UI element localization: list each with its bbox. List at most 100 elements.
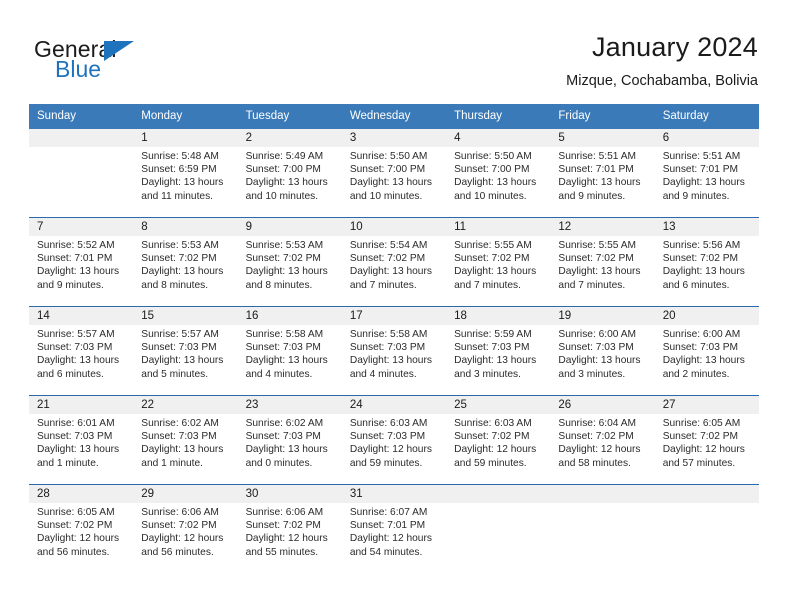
day-detail-sunset: Sunset: 7:02 PM	[141, 520, 217, 532]
day-detail-sunset: Sunset: 7:00 PM	[245, 164, 321, 176]
day-number: 25	[446, 396, 551, 414]
day-cell-content: 4 Sunrise: 5:50 AM Sunset: 7:00 PM Daylight…	[446, 129, 551, 217]
day-detail-sunset: Sunset: 7:02 PM	[558, 253, 634, 265]
day-detail-daylight-line1: Daylight: 13 hours	[662, 177, 745, 189]
day-number: 11	[446, 218, 551, 236]
calendar-day-cell[interactable]: 17 Sunrise: 5:58 AM Sunset: 7:03 PM Dayligh…	[341, 306, 447, 396]
calendar-day-cell[interactable]: 5 Sunrise: 5:51 AM Sunset: 7:01 PM Daylight…	[550, 129, 655, 218]
day-cell-content: 29 Sunrise: 6:06 AM Sunset: 7:02 PM Dayligh…	[133, 485, 238, 573]
day-detail-sunrise: Sunrise: 6:00 AM	[662, 329, 741, 340]
day-detail-sunrise: Sunrise: 6:05 AM	[37, 507, 115, 518]
calendar-day-cell[interactable]: 7 Sunrise: 5:52 AM Sunset: 7:01 PM Daylight…	[29, 217, 134, 307]
calendar-day-cell[interactable]: 9 Sunrise: 5:53 AM Sunset: 7:02 PM Daylight…	[237, 217, 342, 307]
day-detail-sunset: Sunset: 7:03 PM	[141, 431, 217, 443]
day-number	[550, 485, 655, 503]
calendar-week-row: 7 Sunrise: 5:52 AM Sunset: 7:01 PM Daylight…	[29, 217, 759, 307]
calendar-day-cell[interactable]: 18 Sunrise: 5:59 AM Sunset: 7:03 PM Dayligh…	[446, 306, 551, 396]
day-number	[654, 485, 759, 503]
calendar-day-cell[interactable]: 25 Sunrise: 6:03 AM Sunset: 7:02 PM Dayligh…	[446, 395, 551, 485]
calendar-day-cell[interactable]: 13 Sunrise: 5:56 AM Sunset: 7:02 PM Dayligh…	[654, 217, 759, 307]
calendar-day-cell[interactable]: 26 Sunrise: 6:04 AM Sunset: 7:02 PM Dayligh…	[550, 395, 655, 485]
calendar-day-cell[interactable]: 2 Sunrise: 5:49 AM Sunset: 7:00 PM Daylight…	[237, 129, 342, 218]
day-cell-content: 9 Sunrise: 5:53 AM Sunset: 7:02 PM Daylight…	[237, 218, 342, 306]
brand-logo[interactable]: General Blue	[34, 38, 204, 90]
calendar-day-cell[interactable]: 15 Sunrise: 5:57 AM Sunset: 7:03 PM Dayligh…	[133, 306, 238, 396]
day-detail-sunset: Sunset: 6:59 PM	[141, 164, 217, 176]
day-cell-content: 21 Sunrise: 6:01 AM Sunset: 7:03 PM Dayligh…	[29, 396, 134, 484]
day-detail-sunset: Sunset: 7:03 PM	[141, 342, 217, 354]
day-detail-sunrise: Sunrise: 6:00 AM	[558, 329, 636, 340]
calendar-day-cell[interactable]: 23 Sunrise: 6:02 AM Sunset: 7:03 PM Dayligh…	[237, 395, 342, 485]
day-detail-sunrise: Sunrise: 5:52 AM	[37, 240, 115, 251]
calendar-day-cell-empty	[29, 129, 134, 218]
day-cell-content: 26 Sunrise: 6:04 AM Sunset: 7:02 PM Dayligh…	[550, 396, 655, 484]
day-detail-sunset: Sunset: 7:02 PM	[141, 253, 217, 265]
day-cell-content	[29, 129, 134, 217]
day-cell-content: 3 Sunrise: 5:50 AM Sunset: 7:00 PM Daylight…	[341, 129, 447, 217]
day-detail-daylight-line1: Daylight: 12 hours	[349, 444, 432, 456]
day-number: 4	[446, 129, 551, 147]
day-detail-sunset: Sunset: 7:01 PM	[349, 520, 426, 532]
day-detail-daylight-line1: Daylight: 12 hours	[454, 444, 537, 456]
day-cell-content: 30 Sunrise: 6:06 AM Sunset: 7:02 PM Dayligh…	[237, 485, 342, 573]
day-detail-sunrise: Sunrise: 5:54 AM	[349, 240, 428, 251]
day-details: Sunrise: 6:07 AM Sunset: 7:01 PM Daylight:…	[342, 503, 446, 559]
calendar-day-cell[interactable]: 20 Sunrise: 6:00 AM Sunset: 7:03 PM Dayligh…	[654, 306, 759, 396]
day-number: 6	[654, 129, 759, 147]
day-details: Sunrise: 5:51 AM Sunset: 7:01 PM Daylight:…	[655, 147, 759, 203]
day-detail-daylight-line2: and 56 minutes.	[141, 546, 214, 558]
calendar-day-cell[interactable]: 14 Sunrise: 5:57 AM Sunset: 7:03 PM Dayligh…	[29, 306, 134, 396]
day-number	[29, 129, 134, 147]
day-detail-sunrise: Sunrise: 5:53 AM	[245, 240, 324, 251]
calendar-day-cell[interactable]: 8 Sunrise: 5:53 AM Sunset: 7:02 PM Daylight…	[133, 217, 238, 307]
weekday-header-thursday: Thursday	[446, 104, 551, 129]
day-detail-daylight-line1: Daylight: 13 hours	[558, 355, 641, 367]
day-detail-sunset: Sunset: 7:03 PM	[37, 431, 113, 443]
day-number: 31	[341, 485, 447, 503]
day-number: 20	[654, 307, 759, 325]
day-number	[446, 485, 551, 503]
calendar-day-cell[interactable]: 28 Sunrise: 6:05 AM Sunset: 7:02 PM Dayligh…	[29, 484, 134, 573]
day-detail-sunset: Sunset: 7:02 PM	[37, 520, 113, 532]
day-detail-sunrise: Sunrise: 5:56 AM	[662, 240, 741, 251]
calendar-day-cell[interactable]: 19 Sunrise: 6:00 AM Sunset: 7:03 PM Dayligh…	[550, 306, 655, 396]
calendar-day-cell[interactable]: 1 Sunrise: 5:48 AM Sunset: 6:59 PM Daylight…	[133, 129, 238, 218]
calendar-day-cell[interactable]: 11 Sunrise: 5:55 AM Sunset: 7:02 PM Dayligh…	[446, 217, 551, 307]
day-detail-sunrise: Sunrise: 5:51 AM	[662, 151, 741, 162]
calendar-day-cell[interactable]: 21 Sunrise: 6:01 AM Sunset: 7:03 PM Dayligh…	[29, 395, 134, 485]
weekday-header-friday: Friday	[550, 104, 655, 129]
day-cell-content: 8 Sunrise: 5:53 AM Sunset: 7:02 PM Daylight…	[133, 218, 238, 306]
calendar-day-cell[interactable]: 4 Sunrise: 5:50 AM Sunset: 7:00 PM Daylight…	[446, 129, 551, 218]
page-subtitle: Mizque, Cochabamba, Bolivia	[566, 73, 758, 89]
day-number: 24	[341, 396, 447, 414]
day-number: 18	[446, 307, 551, 325]
day-number: 7	[29, 218, 134, 236]
calendar-day-cell[interactable]: 27 Sunrise: 6:05 AM Sunset: 7:02 PM Dayligh…	[654, 395, 759, 485]
day-number: 1	[133, 129, 238, 147]
day-detail-daylight-line2: and 3 minutes.	[558, 368, 626, 380]
calendar-day-cell[interactable]: 30 Sunrise: 6:06 AM Sunset: 7:02 PM Dayligh…	[237, 484, 342, 573]
triangle-icon	[104, 41, 134, 61]
calendar-day-cell[interactable]: 10 Sunrise: 5:54 AM Sunset: 7:02 PM Dayligh…	[341, 217, 447, 307]
calendar-week-row: 14 Sunrise: 5:57 AM Sunset: 7:03 PM Dayligh…	[29, 306, 759, 396]
calendar-day-cell[interactable]: 6 Sunrise: 5:51 AM Sunset: 7:01 PM Daylight…	[654, 129, 759, 218]
calendar-day-cell[interactable]: 3 Sunrise: 5:50 AM Sunset: 7:00 PM Daylight…	[341, 129, 447, 218]
day-number: 13	[654, 218, 759, 236]
day-number: 12	[550, 218, 655, 236]
calendar-day-cell[interactable]: 29 Sunrise: 6:06 AM Sunset: 7:02 PM Dayligh…	[133, 484, 238, 573]
day-detail-daylight-line1: Daylight: 13 hours	[558, 266, 641, 278]
calendar-day-cell[interactable]: 31 Sunrise: 6:07 AM Sunset: 7:01 PM Dayligh…	[341, 484, 447, 573]
day-detail-daylight-line1: Daylight: 13 hours	[37, 266, 120, 278]
calendar-day-cell[interactable]: 12 Sunrise: 5:55 AM Sunset: 7:02 PM Dayligh…	[550, 217, 655, 307]
day-detail-sunrise: Sunrise: 6:02 AM	[245, 418, 324, 429]
day-number: 16	[237, 307, 342, 325]
day-detail-daylight-line2: and 8 minutes.	[245, 279, 313, 291]
calendar-week-row: 21 Sunrise: 6:01 AM Sunset: 7:03 PM Dayligh…	[29, 395, 759, 485]
day-detail-daylight-line2: and 8 minutes.	[141, 279, 209, 291]
calendar-day-cell[interactable]: 16 Sunrise: 5:58 AM Sunset: 7:03 PM Dayligh…	[237, 306, 342, 396]
day-detail-daylight-line2: and 57 minutes.	[662, 457, 736, 469]
day-detail-sunrise: Sunrise: 6:03 AM	[349, 418, 428, 429]
calendar-day-cell[interactable]: 22 Sunrise: 6:02 AM Sunset: 7:03 PM Dayligh…	[133, 395, 238, 485]
calendar-day-cell[interactable]: 24 Sunrise: 6:03 AM Sunset: 7:03 PM Dayligh…	[341, 395, 447, 485]
day-cell-content: 20 Sunrise: 6:00 AM Sunset: 7:03 PM Dayligh…	[654, 307, 759, 395]
